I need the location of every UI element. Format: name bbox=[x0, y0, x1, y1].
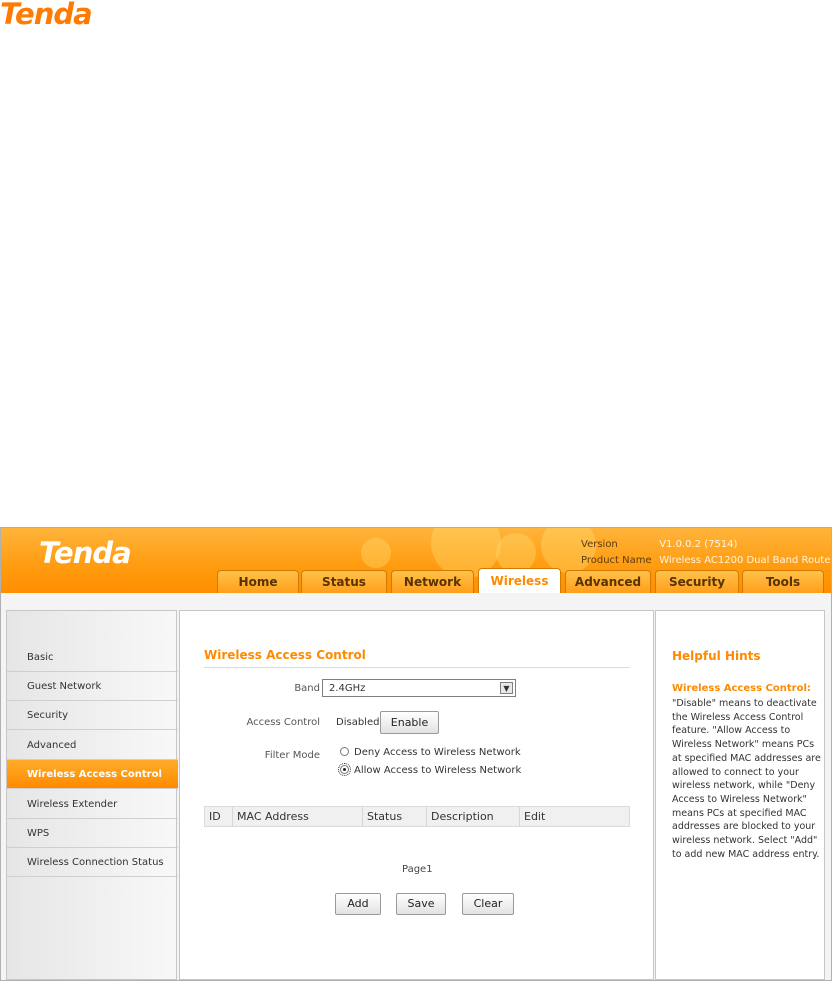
version-info: Version V1.0.0.2 (7514) Product Name Wir… bbox=[581, 537, 831, 569]
tab-status[interactable]: Status bbox=[301, 570, 387, 593]
add-button[interactable]: Add bbox=[335, 893, 381, 915]
sidebar-item-security[interactable]: Security bbox=[7, 701, 178, 730]
access-control-label: Access Control bbox=[246, 717, 320, 728]
hints-body: "Disable" means to deactivate the Wirele… bbox=[672, 698, 821, 860]
column-edit: Edit bbox=[524, 810, 546, 823]
product-name-label: Product Name bbox=[581, 555, 652, 566]
hints-subtitle: Wireless Access Control: bbox=[672, 683, 811, 694]
tenda-logo: Tenda bbox=[39, 536, 132, 570]
tab-home[interactable]: Home bbox=[217, 570, 299, 593]
main-panel: Wireless Access Control Band 2.4GHz ▼ Ac… bbox=[179, 610, 654, 980]
sidebar-item-guest-network[interactable]: Guest Network bbox=[7, 672, 178, 701]
radio-button-unchecked[interactable] bbox=[340, 747, 349, 756]
helpful-hints-panel: Helpful Hints Wireless Access Control: "… bbox=[655, 610, 825, 980]
sidebar-item-wireless-access-control[interactable]: Wireless Access Control bbox=[7, 760, 178, 789]
allow-access-label: Allow Access to Wireless Network bbox=[354, 765, 522, 776]
decorative-bubble bbox=[496, 533, 536, 573]
column-status: Status bbox=[363, 807, 427, 826]
column-id: ID bbox=[205, 807, 233, 826]
version-label: Version bbox=[581, 539, 618, 550]
top-tenda-logo: Tenda bbox=[0, 0, 93, 31]
sidebar-item-basic[interactable]: Basic bbox=[7, 643, 178, 672]
enable-button[interactable]: Enable bbox=[380, 711, 439, 734]
band-label: Band bbox=[294, 683, 320, 694]
radio-deny-access[interactable]: Deny Access to Wireless Network bbox=[340, 747, 521, 758]
deny-access-label: Deny Access to Wireless Network bbox=[354, 747, 521, 758]
product-name-value: Wireless AC1200 Dual Band Router bbox=[659, 555, 831, 566]
mac-table-header: ID MAC Address Status Description Edit bbox=[204, 806, 630, 827]
radio-allow-access[interactable]: Allow Access to Wireless Network bbox=[338, 763, 522, 776]
sidebar-item-wireless-extender[interactable]: Wireless Extender bbox=[7, 790, 178, 819]
decorative-bubble bbox=[361, 538, 391, 568]
version-value: V1.0.0.2 (7514) bbox=[659, 539, 738, 550]
tab-tools[interactable]: Tools bbox=[742, 570, 824, 593]
column-description: Description bbox=[427, 807, 520, 826]
page-indicator: Page1 bbox=[402, 864, 433, 875]
router-admin-window: Tenda Version V1.0.0.2 (7514) Product Na… bbox=[0, 527, 832, 981]
clear-button[interactable]: Clear bbox=[462, 893, 514, 915]
sidebar: Basic Guest Network Security Advanced Wi… bbox=[6, 610, 178, 980]
tab-network[interactable]: Network bbox=[391, 570, 474, 593]
tab-advanced[interactable]: Advanced bbox=[565, 570, 651, 593]
filter-mode-label: Filter Mode bbox=[264, 750, 320, 761]
title-divider bbox=[204, 667, 630, 668]
save-button[interactable]: Save bbox=[396, 893, 446, 915]
sidebar-item-wireless-connection-status[interactable]: Wireless Connection Status bbox=[7, 848, 178, 877]
column-mac-address: MAC Address bbox=[233, 807, 363, 826]
band-select[interactable]: 2.4GHz ▼ bbox=[322, 679, 516, 697]
sidebar-item-advanced[interactable]: Advanced bbox=[7, 731, 178, 760]
radio-button-checked[interactable] bbox=[338, 763, 351, 776]
page-title: Wireless Access Control bbox=[204, 648, 366, 662]
tab-wireless[interactable]: Wireless bbox=[478, 568, 561, 593]
chevron-down-icon[interactable]: ▼ bbox=[500, 682, 513, 694]
header-banner: Tenda Version V1.0.0.2 (7514) Product Na… bbox=[1, 528, 831, 593]
access-control-status: Disabled bbox=[336, 717, 380, 728]
hints-title: Helpful Hints bbox=[672, 649, 761, 663]
tab-security[interactable]: Security bbox=[655, 570, 739, 593]
band-select-value: 2.4GHz bbox=[329, 683, 366, 694]
sidebar-item-wps[interactable]: WPS bbox=[7, 819, 178, 848]
